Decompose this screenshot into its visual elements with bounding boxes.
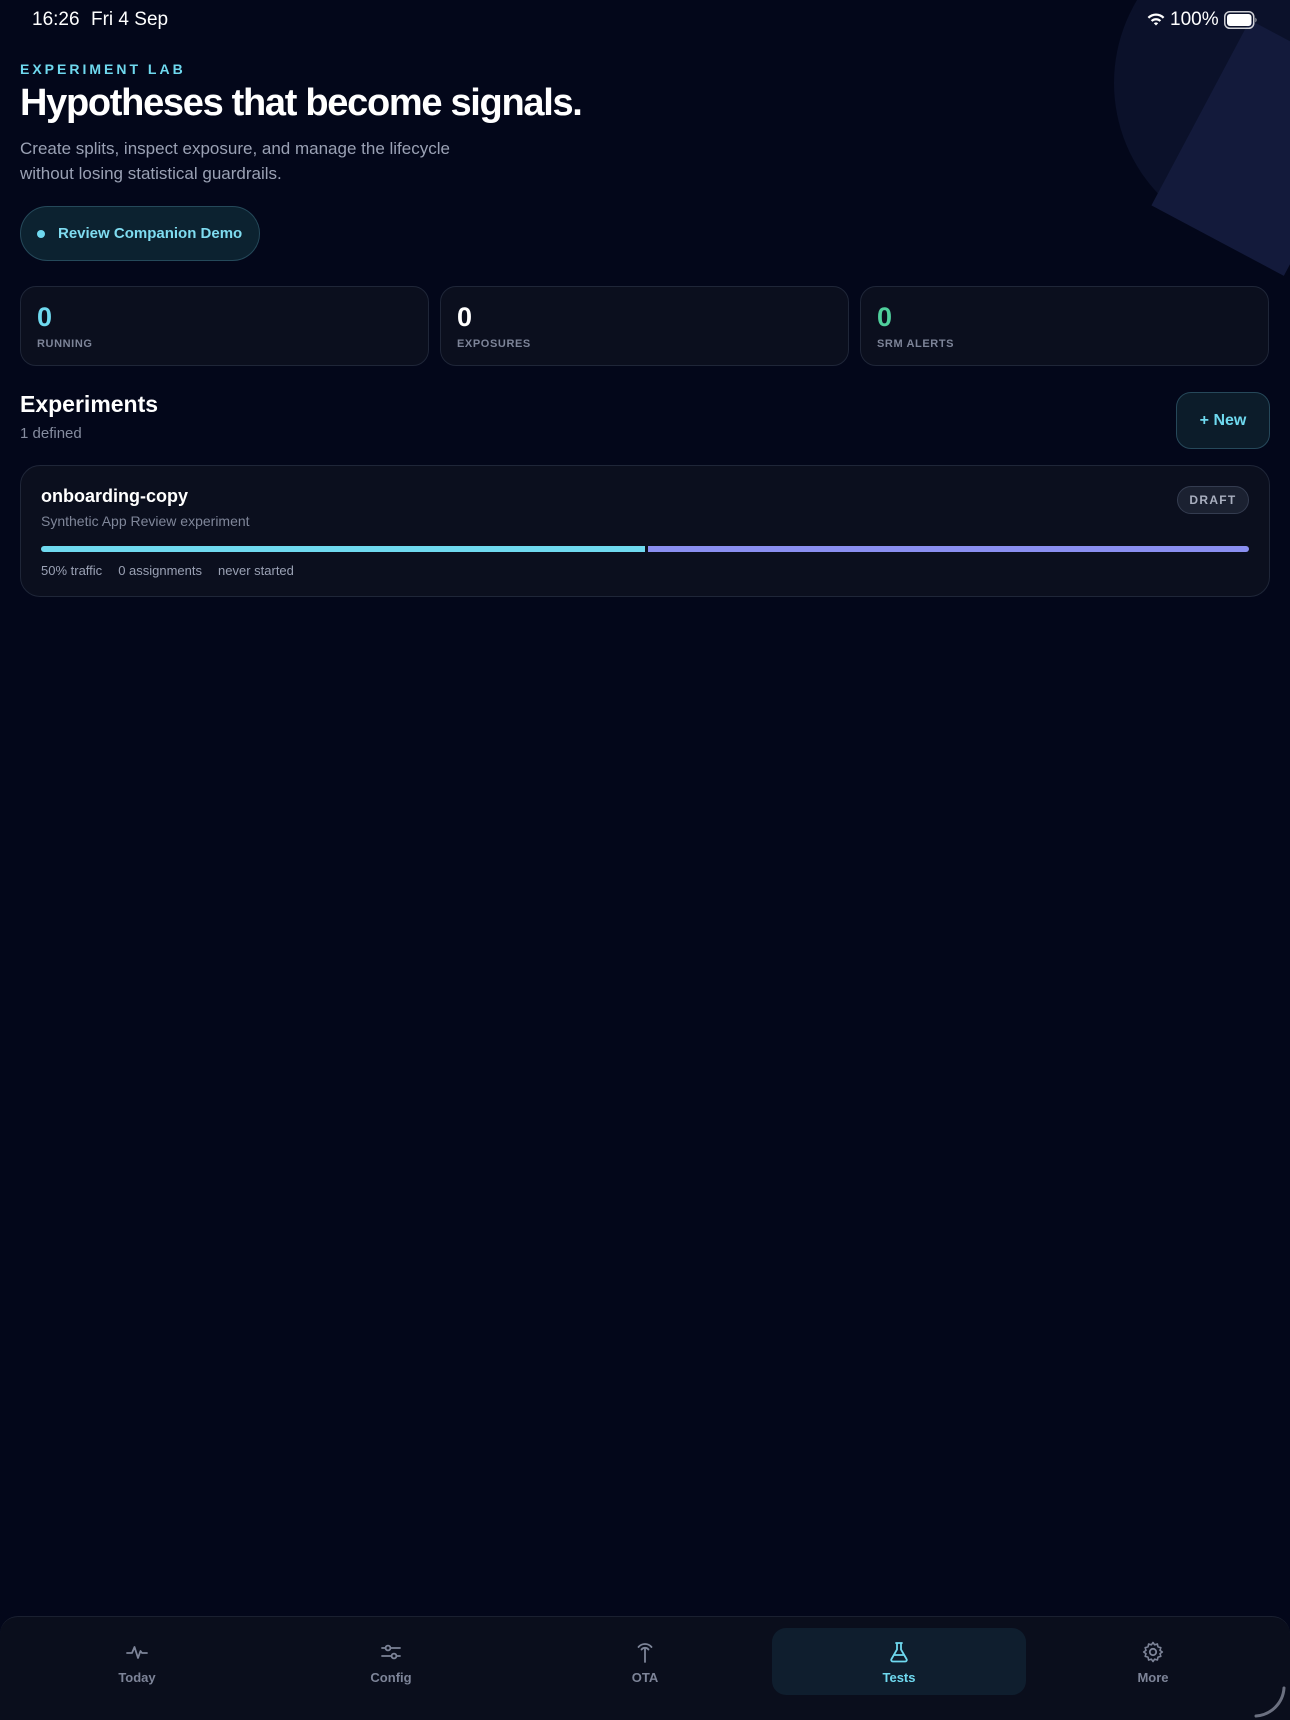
experiments-heading: Experiments xyxy=(20,391,159,417)
resize-handle-icon xyxy=(1254,1686,1286,1718)
stat-card-srm-alerts: 0 SRM ALERTS xyxy=(860,286,1269,366)
tab-ota[interactable]: OTA xyxy=(518,1617,772,1720)
tab-today[interactable]: Today xyxy=(10,1617,264,1720)
stat-label: SRM ALERTS xyxy=(877,338,955,350)
tab-label: Tests xyxy=(882,1670,916,1685)
split-variant-b xyxy=(648,546,1249,552)
tab-tests[interactable]: Tests xyxy=(772,1617,1026,1720)
stat-value: 0 xyxy=(457,302,473,332)
pulse-icon xyxy=(126,1646,148,1659)
stat-label: RUNNING xyxy=(37,338,93,350)
stat-card-exposures: 0 EXPOSURES xyxy=(440,286,849,366)
gear-icon xyxy=(1142,1641,1164,1663)
split-variant-a xyxy=(41,546,645,552)
experiment-lab-screen: 16:26 Fri 4 Sep 100% EXPERIMENT LAB Hypo… xyxy=(0,0,1290,1720)
flask-icon xyxy=(890,1642,908,1663)
page-title: Hypotheses that become signals. xyxy=(20,82,583,124)
battery-percentage: 100% xyxy=(1170,9,1219,30)
experiments-count: 1 defined xyxy=(20,425,82,442)
started-text: never started xyxy=(218,563,294,578)
tab-label: Config xyxy=(370,1670,412,1685)
stat-value: 0 xyxy=(37,302,53,332)
tab-more[interactable]: More xyxy=(1026,1617,1280,1720)
experiment-description: Synthetic App Review experiment xyxy=(41,513,250,529)
traffic-text: 50% traffic xyxy=(41,563,103,578)
antenna-icon xyxy=(637,1643,653,1663)
battery-icon xyxy=(1224,11,1257,29)
tab-label: Today xyxy=(118,1670,156,1685)
demo-button-label: Review Companion Demo xyxy=(58,225,243,242)
status-dot-icon xyxy=(37,229,45,238)
sliders-icon xyxy=(381,1644,401,1660)
status-badge: DRAFT xyxy=(1177,486,1249,514)
stat-value: 0 xyxy=(877,302,893,332)
tab-label: More xyxy=(1137,1670,1169,1685)
stat-card-running: 0 RUNNING xyxy=(20,286,429,366)
experiment-card[interactable]: onboarding-copy Synthetic App Review exp… xyxy=(20,465,1270,597)
experiment-meta: 50% traffic 0 assignments never started xyxy=(41,563,310,578)
status-date: Fri 4 Sep xyxy=(91,9,169,30)
traffic-split-bar xyxy=(41,546,1249,552)
assignments-text: 0 assignments xyxy=(118,563,203,578)
section-eyebrow: EXPERIMENT LAB xyxy=(20,61,186,77)
page-subtitle: Create splits, inspect exposure, and man… xyxy=(20,139,450,183)
experiment-name: onboarding-copy xyxy=(41,486,188,506)
status-time: 16:26 xyxy=(32,9,80,30)
wifi-icon xyxy=(1147,13,1165,26)
status-bar: 16:26 Fri 4 Sep 100% xyxy=(0,0,1290,40)
tab-bar: Today Config OTA Tests More xyxy=(0,1616,1290,1720)
new-experiment-button[interactable]: + New xyxy=(1176,392,1270,449)
tab-label: OTA xyxy=(631,1670,659,1685)
stat-label: EXPOSURES xyxy=(457,338,531,350)
tab-config[interactable]: Config xyxy=(264,1617,518,1720)
review-companion-demo-button[interactable]: Review Companion Demo xyxy=(20,206,260,261)
